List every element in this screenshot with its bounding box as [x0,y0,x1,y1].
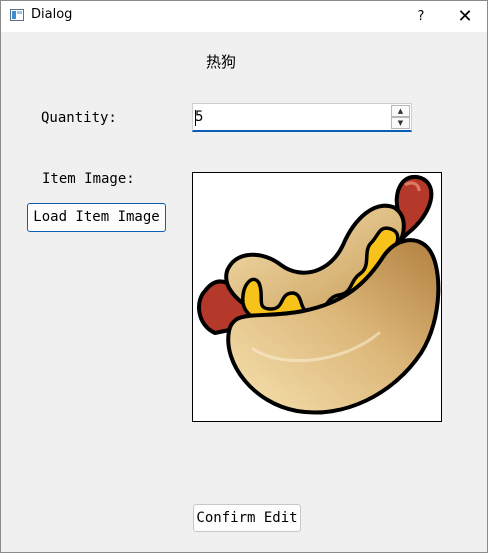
dialog-window: Dialog ? ✕ 热狗 Quantity: 5 ▲ ▼ Item Image… [0,0,488,553]
load-item-image-button[interactable]: Load Item Image [27,203,166,232]
spin-up-button[interactable]: ▲ [391,105,410,117]
confirm-edit-button[interactable]: Confirm Edit [193,504,301,532]
item-image-label: Item Image: [42,171,135,187]
title-bar[interactable]: Dialog ? ✕ [1,1,487,32]
window-title: Dialog [31,7,73,22]
quantity-spinbox[interactable]: 5 ▲ ▼ [192,103,412,132]
item-image-preview [192,172,442,422]
quantity-label: Quantity: [41,110,117,126]
close-button[interactable]: ✕ [443,1,487,32]
hotdog-image [197,174,441,415]
item-name-heading: 热狗 [206,53,237,71]
help-button[interactable]: ? [399,1,443,32]
app-icon [10,9,24,21]
quantity-value[interactable]: 5 [195,109,203,126]
spin-down-button[interactable]: ▼ [391,117,410,129]
